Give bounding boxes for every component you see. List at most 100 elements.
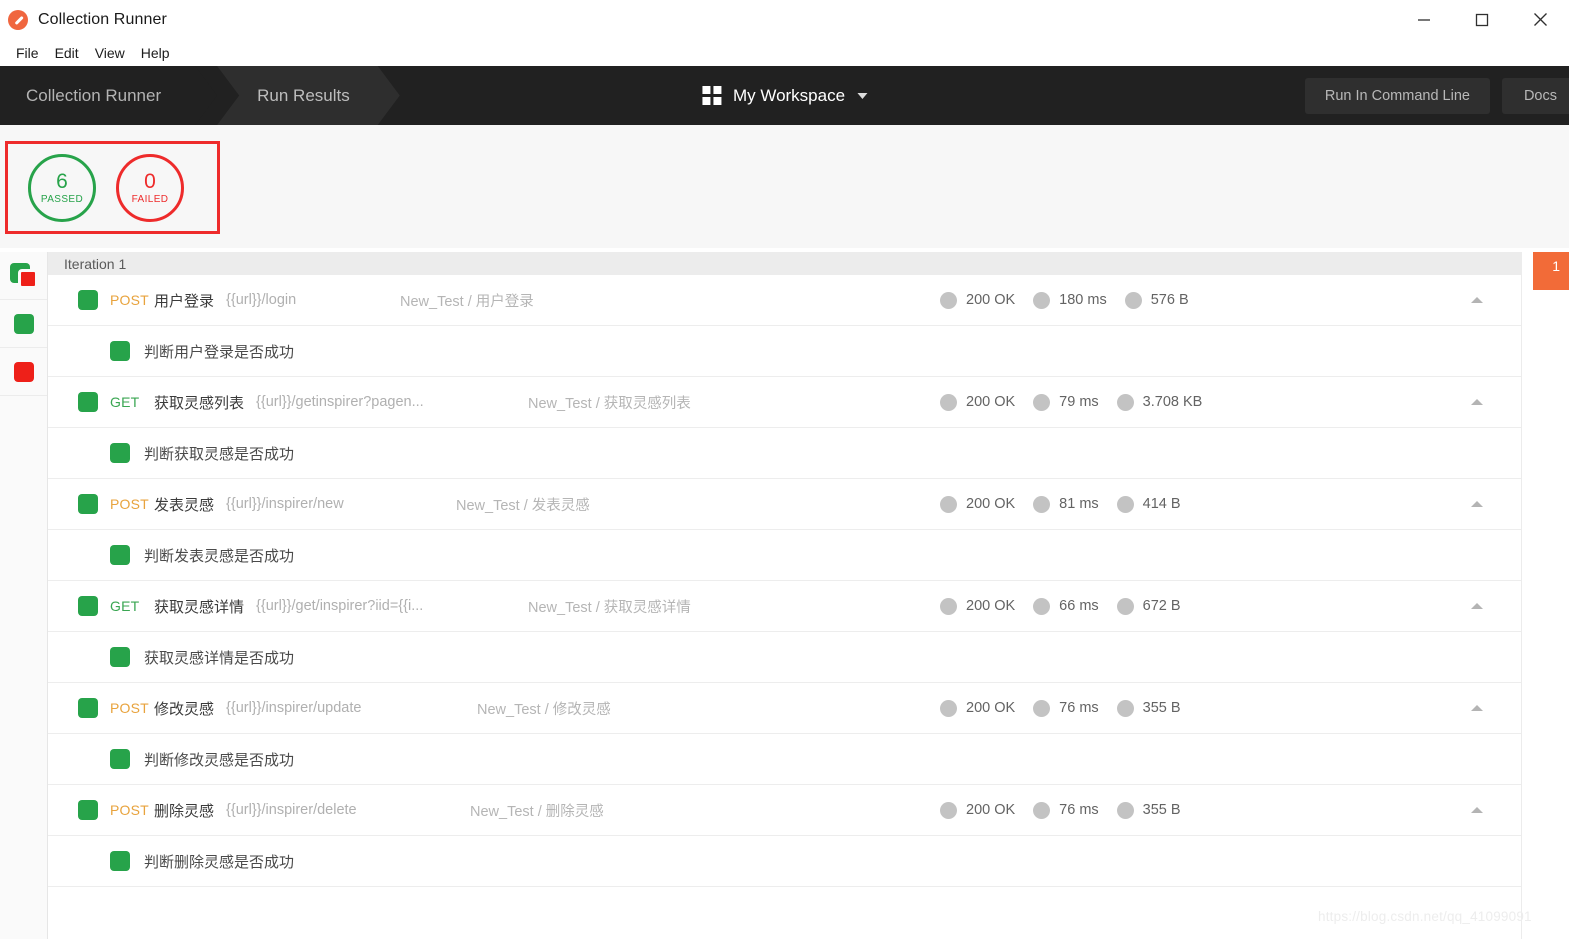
green-square-icon <box>13 313 34 334</box>
response-size-chip: 672 B <box>1116 597 1181 615</box>
minimize-icon[interactable] <box>1395 0 1453 40</box>
response-size-chip: 3.708 KB <box>1116 393 1203 411</box>
request-method: POST <box>110 802 149 818</box>
menu-view[interactable]: View <box>87 42 133 64</box>
response-size: 355 B <box>1142 700 1181 716</box>
status-code-chip: 200 OK <box>940 801 1015 819</box>
collection-runner-window: Collection Runner File Edit View Help Co… <box>0 0 1569 939</box>
request-path: New_Test / 用户登录 <box>400 293 534 310</box>
test-assertion-name: 判断发表灵感是否成功 <box>144 547 295 565</box>
response-meta: 200 OK 66 ms 672 B <box>940 597 1199 615</box>
request-name: 获取灵感列表 <box>154 394 245 412</box>
request-result-row[interactable]: GET 获取灵感列表 {{url}}/getinspirer?pagen... New… <box>48 377 1521 428</box>
request-method: GET <box>110 394 140 410</box>
breadcrumb-run-results[interactable]: Run Results <box>217 66 400 125</box>
collapse-chevron-icon[interactable] <box>1471 807 1483 813</box>
request-result-row[interactable]: POST 删除灵感 {{url}}/inspirer/delete New_Test … <box>48 785 1521 836</box>
status-dot-icon <box>1124 291 1142 309</box>
collapse-chevron-icon[interactable] <box>1471 705 1483 711</box>
maximize-icon[interactable] <box>1453 0 1511 40</box>
response-time-chip: 66 ms <box>1033 597 1099 615</box>
request-path: New_Test / 发表灵感 <box>456 497 590 514</box>
collapse-chevron-icon[interactable] <box>1471 297 1483 303</box>
status-code: 200 OK <box>966 700 1016 716</box>
window-title: Collection Runner <box>38 10 167 28</box>
breadcrumb-collection-runner[interactable]: Collection Runner <box>0 66 217 125</box>
status-code-chip: 200 OK <box>940 495 1015 513</box>
status-square-icon <box>110 851 130 871</box>
status-dot-icon <box>940 495 957 513</box>
request-path: New_Test / 获取灵感列表 <box>528 395 691 412</box>
workspace-selector[interactable]: My Workspace <box>701 66 868 125</box>
response-time: 76 ms <box>1059 802 1099 818</box>
filter-failed[interactable] <box>0 348 47 396</box>
status-dot-icon <box>1116 699 1134 717</box>
filter-passed[interactable] <box>0 300 47 348</box>
passed-label: PASSED <box>40 193 84 205</box>
workspace-name: My Workspace <box>732 85 846 105</box>
header-actions: Run In Command Line Docs <box>1304 66 1569 125</box>
app-header: Collection Runner Run Results My Workspa… <box>0 66 1569 125</box>
watermark: https://blog.csdn.net/qq_41099091 <box>1318 909 1532 924</box>
results-rows: POST 用户登录 {{url}}/login New_Test / 用户登录 200 … <box>48 275 1521 887</box>
request-result-row[interactable]: GET 获取灵感详情 {{url}}/get/inspirer?iid={{i...… <box>48 581 1521 632</box>
status-code: 200 OK <box>966 292 1016 308</box>
request-method: POST <box>110 700 149 716</box>
grid-icon <box>701 86 721 105</box>
request-method: POST <box>110 292 149 308</box>
response-size-chip: 414 B <box>1116 495 1181 513</box>
test-assertion-row[interactable]: 判断用户登录是否成功 <box>48 326 1521 377</box>
status-code-chip: 200 OK <box>940 393 1016 411</box>
menu-edit[interactable]: Edit <box>47 42 87 64</box>
response-time: 81 ms <box>1059 496 1099 512</box>
response-size: 3.708 KB <box>1142 394 1203 410</box>
title-bar: Collection Runner <box>0 0 1569 40</box>
status-dot-icon <box>940 393 957 411</box>
results-right-gutter <box>1521 252 1569 939</box>
status-square-icon <box>78 698 98 718</box>
status-dot-icon <box>1116 393 1134 411</box>
status-dot-icon <box>940 801 957 819</box>
response-size-chip: 576 B <box>1124 291 1189 309</box>
status-square-icon <box>78 392 98 412</box>
request-result-row[interactable]: POST 用户登录 {{url}}/login New_Test / 用户登录 200 … <box>48 275 1521 326</box>
test-assertion-row[interactable]: 判断修改灵感是否成功 <box>48 734 1521 785</box>
response-time-chip: 76 ms <box>1033 801 1099 819</box>
menu-file[interactable]: File <box>8 42 47 64</box>
status-square-icon <box>110 749 130 769</box>
request-method: GET <box>110 598 140 614</box>
response-meta: 200 OK 76 ms 355 B <box>940 699 1199 717</box>
request-name: 获取灵感详情 <box>154 598 245 616</box>
response-time-chip: 81 ms <box>1033 495 1099 513</box>
run-in-command-line-button[interactable]: Run In Command Line <box>1304 77 1490 114</box>
passed-stat: 6 PASSED <box>28 153 96 222</box>
request-name: 发表灵感 <box>154 496 215 514</box>
request-result-row[interactable]: POST 修改灵感 {{url}}/inspirer/update New_Test … <box>48 683 1521 734</box>
request-name: 用户登录 <box>154 292 215 310</box>
collapse-chevron-icon[interactable] <box>1471 603 1483 609</box>
close-icon[interactable] <box>1511 0 1569 40</box>
test-assertion-row[interactable]: 判断获取灵感是否成功 <box>48 428 1521 479</box>
menu-help[interactable]: Help <box>133 42 178 64</box>
response-time: 66 ms <box>1059 598 1099 614</box>
status-code: 200 OK <box>966 394 1016 410</box>
iteration-badge[interactable]: 1 <box>1533 252 1569 290</box>
stats-highlight-box: 6 PASSED 0 FAILED <box>5 141 220 234</box>
collapse-chevron-icon[interactable] <box>1471 501 1483 507</box>
test-assertion-row[interactable]: 获取灵感详情是否成功 <box>48 632 1521 683</box>
status-code: 200 OK <box>966 598 1016 614</box>
response-meta: 200 OK 79 ms 3.708 KB <box>940 393 1220 411</box>
test-assertion-row[interactable]: 判断发表灵感是否成功 <box>48 530 1521 581</box>
request-url: {{url}}/inspirer/delete <box>226 802 357 818</box>
request-result-row[interactable]: POST 发表灵感 {{url}}/inspirer/new New_Test / 发… <box>48 479 1521 530</box>
all-results-icon <box>9 262 38 289</box>
test-assertion-row[interactable]: 判断删除灵感是否成功 <box>48 836 1521 887</box>
request-name: 修改灵感 <box>154 700 215 718</box>
test-assertion-name: 判断删除灵感是否成功 <box>144 853 295 871</box>
response-size: 672 B <box>1142 598 1181 614</box>
test-assertion-name: 判断修改灵感是否成功 <box>144 751 295 769</box>
collapse-chevron-icon[interactable] <box>1471 399 1483 405</box>
status-dot-icon <box>940 699 957 717</box>
docs-button[interactable]: Docs <box>1501 77 1569 114</box>
filter-all[interactable] <box>0 252 47 300</box>
